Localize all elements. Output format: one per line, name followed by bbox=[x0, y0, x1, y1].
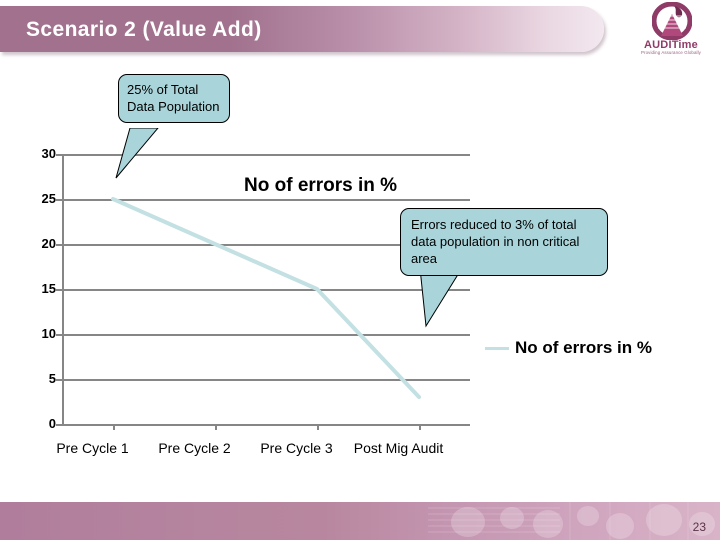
x-tick bbox=[215, 424, 217, 430]
auditime-mark-icon bbox=[652, 2, 692, 40]
y-tick-label: 25 bbox=[41, 191, 56, 206]
x-tick-label: Post Mig Audit bbox=[353, 440, 444, 456]
y-tick bbox=[56, 154, 63, 156]
y-tick bbox=[56, 199, 63, 201]
x-tick-label: Pre Cycle 1 bbox=[56, 440, 129, 456]
callout-left: 25% of Total Data Population bbox=[118, 74, 230, 123]
y-tick bbox=[56, 244, 63, 246]
x-tick bbox=[419, 424, 421, 430]
footer-decoration bbox=[428, 502, 715, 540]
callout-right-pointer-icon bbox=[419, 268, 463, 328]
y-tick-label: 10 bbox=[41, 326, 56, 341]
legend-label: No of errors in % bbox=[515, 338, 652, 357]
y-tick-label: 0 bbox=[48, 416, 56, 431]
y-axis-labels: 30 25 20 15 10 5 0 bbox=[12, 146, 56, 431]
callout-right: Errors reduced to 3% of total data popul… bbox=[400, 208, 608, 276]
y-tick bbox=[56, 424, 63, 426]
company-logo: AUDITime Providing Assurance Globally bbox=[628, 2, 714, 60]
chart: 30 25 20 15 10 5 0 No of errors in % Pre… bbox=[0, 60, 720, 456]
y-tick bbox=[56, 379, 63, 381]
slide: Scenario 2 (Value Add) AUDITime Providin… bbox=[0, 0, 720, 540]
page-title: Scenario 2 (Value Add) bbox=[26, 18, 262, 41]
gridline bbox=[62, 424, 470, 426]
gridline bbox=[62, 199, 470, 201]
logo-tagline: Providing Assurance Globally bbox=[641, 50, 701, 55]
x-tick bbox=[317, 424, 319, 430]
chart-legend: No of errors in % bbox=[485, 338, 652, 358]
y-tick bbox=[56, 289, 63, 291]
y-tick-label: 30 bbox=[41, 146, 56, 161]
callout-left-pointer-icon bbox=[115, 128, 159, 179]
footer: 23 bbox=[0, 496, 720, 540]
x-tick-label: Pre Cycle 3 bbox=[260, 440, 333, 456]
chart-title: No of errors in % bbox=[244, 175, 398, 196]
x-axis-labels: Pre Cycle 1 Pre Cycle 2 Pre Cycle 3 Post… bbox=[40, 438, 520, 488]
y-tick-label: 15 bbox=[41, 281, 56, 296]
y-tick-label: 20 bbox=[41, 236, 56, 251]
y-tick-label: 5 bbox=[48, 371, 56, 386]
x-tick-label: Pre Cycle 2 bbox=[158, 440, 231, 456]
x-tick bbox=[113, 424, 115, 430]
y-tick bbox=[56, 334, 63, 336]
gridline bbox=[62, 379, 470, 381]
page-number: 23 bbox=[692, 520, 706, 534]
gridline bbox=[62, 334, 470, 336]
legend-swatch-icon bbox=[485, 346, 509, 350]
